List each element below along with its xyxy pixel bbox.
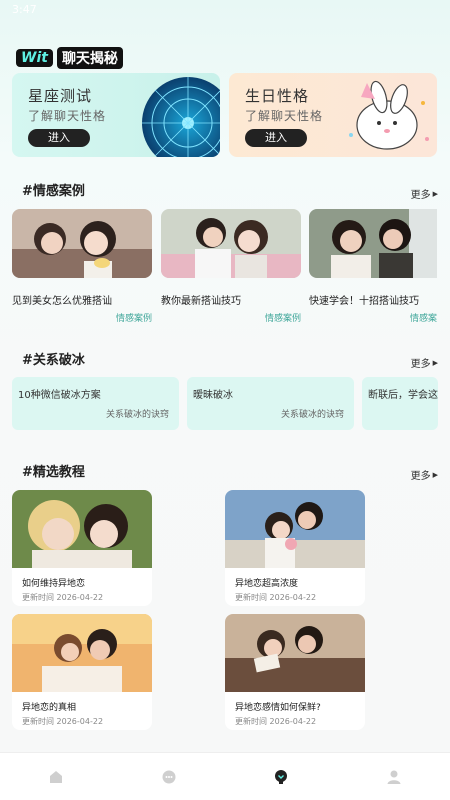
bottom-nav — [0, 752, 450, 800]
tutorial-date: 更新时间 2026-04-22 — [22, 593, 104, 602]
status-bar: 3:47 — [0, 0, 450, 22]
icebreak-card[interactable]: 暧昧破冰 关系破冰的诀窍 — [187, 377, 354, 430]
tutorial-date: 更新时间 2026-04-22 — [22, 717, 104, 726]
chevron-right-icon: ▶ — [432, 470, 438, 479]
icebreak-card[interactable]: 断联后，学会这 — [362, 377, 438, 430]
section-title-tutorials: #精选教程 — [22, 465, 85, 480]
case-card[interactable]: 见到美女怎么优雅搭讪 情感案例 — [12, 209, 152, 324]
icebreak-subtitle: 关系破冰的诀窍 — [105, 410, 169, 420]
status-time: 3:47 — [12, 3, 37, 16]
tutorial-photo — [12, 614, 152, 692]
brand-logo: Wit — [16, 49, 53, 67]
more-label: 更多 — [410, 190, 431, 201]
tutorial-photo — [225, 490, 365, 568]
tutorial-title: 异地恋感情如何保鲜? — [235, 703, 321, 713]
case-card[interactable]: 快速学会！十招搭讪技巧 情感案 — [309, 209, 437, 324]
icebreak-title: 10种微信破冰方案 — [18, 390, 101, 401]
case-title: 教你最新搭讪技巧 — [161, 296, 241, 307]
tutorial-photo — [225, 614, 365, 692]
chevron-right-icon: ▶ — [432, 189, 438, 198]
more-label: 更多 — [410, 359, 431, 370]
zodiac-wheel-image — [142, 77, 220, 157]
profile-icon[interactable] — [386, 769, 402, 785]
tutorial-card[interactable]: 异地恋感情如何保鲜? 更新时间 2026-04-22 — [225, 614, 365, 730]
brand-title: 聊天揭秘 — [56, 47, 123, 69]
bunny-illustration — [349, 80, 429, 150]
tutorial-title: 异地恋超高浓度 — [235, 579, 299, 589]
chat-icon[interactable] — [161, 769, 177, 785]
case-photo — [309, 209, 437, 278]
tutorial-photo — [12, 490, 152, 568]
case-card[interactable]: 教你最新搭讪技巧 情感案例 — [161, 209, 301, 324]
tutorial-date: 更新时间 2026-04-22 — [235, 593, 317, 602]
case-tag: 情感案 — [409, 314, 437, 324]
tutorial-title: 如何维持异地恋 — [22, 579, 86, 589]
icebreak-title: 暧昧破冰 — [193, 390, 233, 401]
chevron-right-icon: ▶ — [432, 358, 438, 367]
constellation-test-card[interactable]: 星座测试 了解聊天性格 进入 — [12, 73, 220, 157]
section-title-cases: #情感案例 — [22, 184, 85, 199]
icebreak-subtitle: 关系破冰的诀窍 — [280, 410, 344, 420]
case-photo — [12, 209, 152, 278]
tutorial-card[interactable]: 异地恋超高浓度 更新时间 2026-04-22 — [225, 490, 365, 606]
icebreak-card[interactable]: 10种微信破冰方案 关系破冰的诀窍 — [12, 377, 179, 430]
tutorial-card[interactable]: 异地恋的真相 更新时间 2026-04-22 — [12, 614, 152, 730]
home-icon[interactable] — [48, 769, 64, 785]
brand-header: Wit 聊天揭秘 — [16, 47, 123, 69]
more-label: 更多 — [410, 471, 431, 482]
tutorial-card[interactable]: 如何维持异地恋 更新时间 2026-04-22 — [12, 490, 152, 606]
feature-subtitle: 了解聊天性格 — [245, 109, 324, 123]
tutorial-date: 更新时间 2026-04-22 — [235, 717, 317, 726]
more-link-tutorials[interactable]: 更多 ▶ — [410, 467, 438, 483]
tutorial-title: 异地恋的真相 — [22, 703, 77, 713]
enter-button[interactable]: 进入 — [28, 129, 90, 147]
section-title-icebreak: #关系破冰 — [22, 353, 85, 368]
more-link-icebreak[interactable]: 更多 ▶ — [410, 355, 438, 371]
case-tag: 情感案例 — [115, 314, 152, 324]
birthday-personality-card[interactable]: 生日性格 了解聊天性格 进入 — [229, 73, 437, 157]
feature-title: 星座测试 — [28, 87, 93, 105]
bulb-icon[interactable] — [273, 769, 289, 785]
feature-subtitle: 了解聊天性格 — [28, 109, 107, 123]
case-title: 快速学会！十招搭讪技巧 — [309, 296, 419, 307]
enter-button[interactable]: 进入 — [245, 129, 307, 147]
case-tag: 情感案例 — [264, 314, 301, 324]
more-link-cases[interactable]: 更多 ▶ — [410, 186, 438, 202]
icebreak-title: 断联后，学会这 — [368, 390, 438, 401]
case-photo — [161, 209, 301, 278]
feature-title: 生日性格 — [245, 87, 310, 105]
case-title: 见到美女怎么优雅搭讪 — [12, 296, 112, 307]
